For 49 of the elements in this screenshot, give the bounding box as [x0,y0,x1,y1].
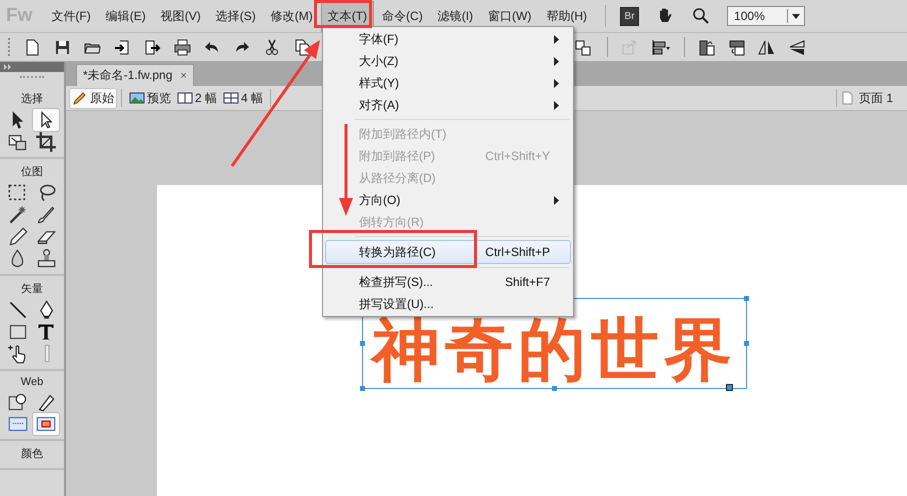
tool-group-title: 位图 [21,165,43,180]
menu-item[interactable]: 检查拼写(S)... Shift+F7 [325,271,571,293]
view-mode-icon [177,90,193,106]
tool-group-title: 颜色 [21,446,43,462]
rotate-left-icon[interactable] [697,38,716,56]
document-title: *未命名-1.fw.png [83,67,172,84]
export-icon[interactable] [143,38,162,56]
resize-handle[interactable] [360,386,365,391]
tool-group-title: 选择 [21,92,43,107]
resize-handle[interactable] [744,296,749,301]
subselect-tool-icon[interactable] [33,109,59,131]
printer-icon[interactable] [173,38,192,56]
resize-handle[interactable] [360,340,365,346]
flip-vertical-icon[interactable] [787,38,806,56]
close-tab-button[interactable]: × [180,70,187,82]
menu-item[interactable]: 文件(F) [44,0,98,32]
view-mode-icon [72,90,88,106]
menu-item[interactable]: 方向(O) [325,189,571,211]
resize-handle[interactable] [552,386,556,391]
view-mode-button[interactable]: 2 幅 [174,88,220,108]
tool-group-title: Web [20,375,44,390]
document-tab[interactable]: *未命名-1.fw.png × [76,64,194,86]
zoom-dropdown[interactable]: 100% [727,6,806,26]
resize-handle[interactable] [726,384,733,391]
align-icon[interactable] [651,38,671,56]
page-icon [840,91,853,105]
search-icon[interactable] [691,6,712,26]
rotate-right-icon[interactable] [727,38,746,56]
view-mode-button[interactable]: 预览 [126,88,174,108]
menu-item[interactable]: 选择(S) [208,0,263,32]
resize-handle[interactable] [744,340,749,346]
menu-item[interactable]: 视图(V) [154,0,208,32]
menu-item[interactable]: 编辑(E) [98,0,153,32]
menu-item[interactable]: 对齐(A) [325,94,571,116]
menu-item[interactable]: 修改(M) [264,0,320,32]
highlight-frame [314,0,372,28]
view-mode-button[interactable]: 4 幅 [220,88,266,108]
menu-item[interactable]: 转换为路径(C) Ctrl+Shift+P [325,240,571,264]
view-mode-icon [129,90,145,106]
menu-item[interactable]: 大小(Z) [325,50,571,72]
show-slices-tool-icon[interactable] [33,413,59,435]
canvas-text: 神奇的世界 [372,316,737,384]
view-mode-button[interactable]: 原始 [69,88,117,108]
view-mode-icon [223,90,240,106]
crop-tool-icon[interactable] [33,131,59,153]
menu-item[interactable]: 样式(Y) [325,72,571,94]
tool-group-title: 矢量 [21,282,43,297]
page-label[interactable]: 页面 1 [858,90,893,106]
bridge-button[interactable]: Br [620,6,640,26]
